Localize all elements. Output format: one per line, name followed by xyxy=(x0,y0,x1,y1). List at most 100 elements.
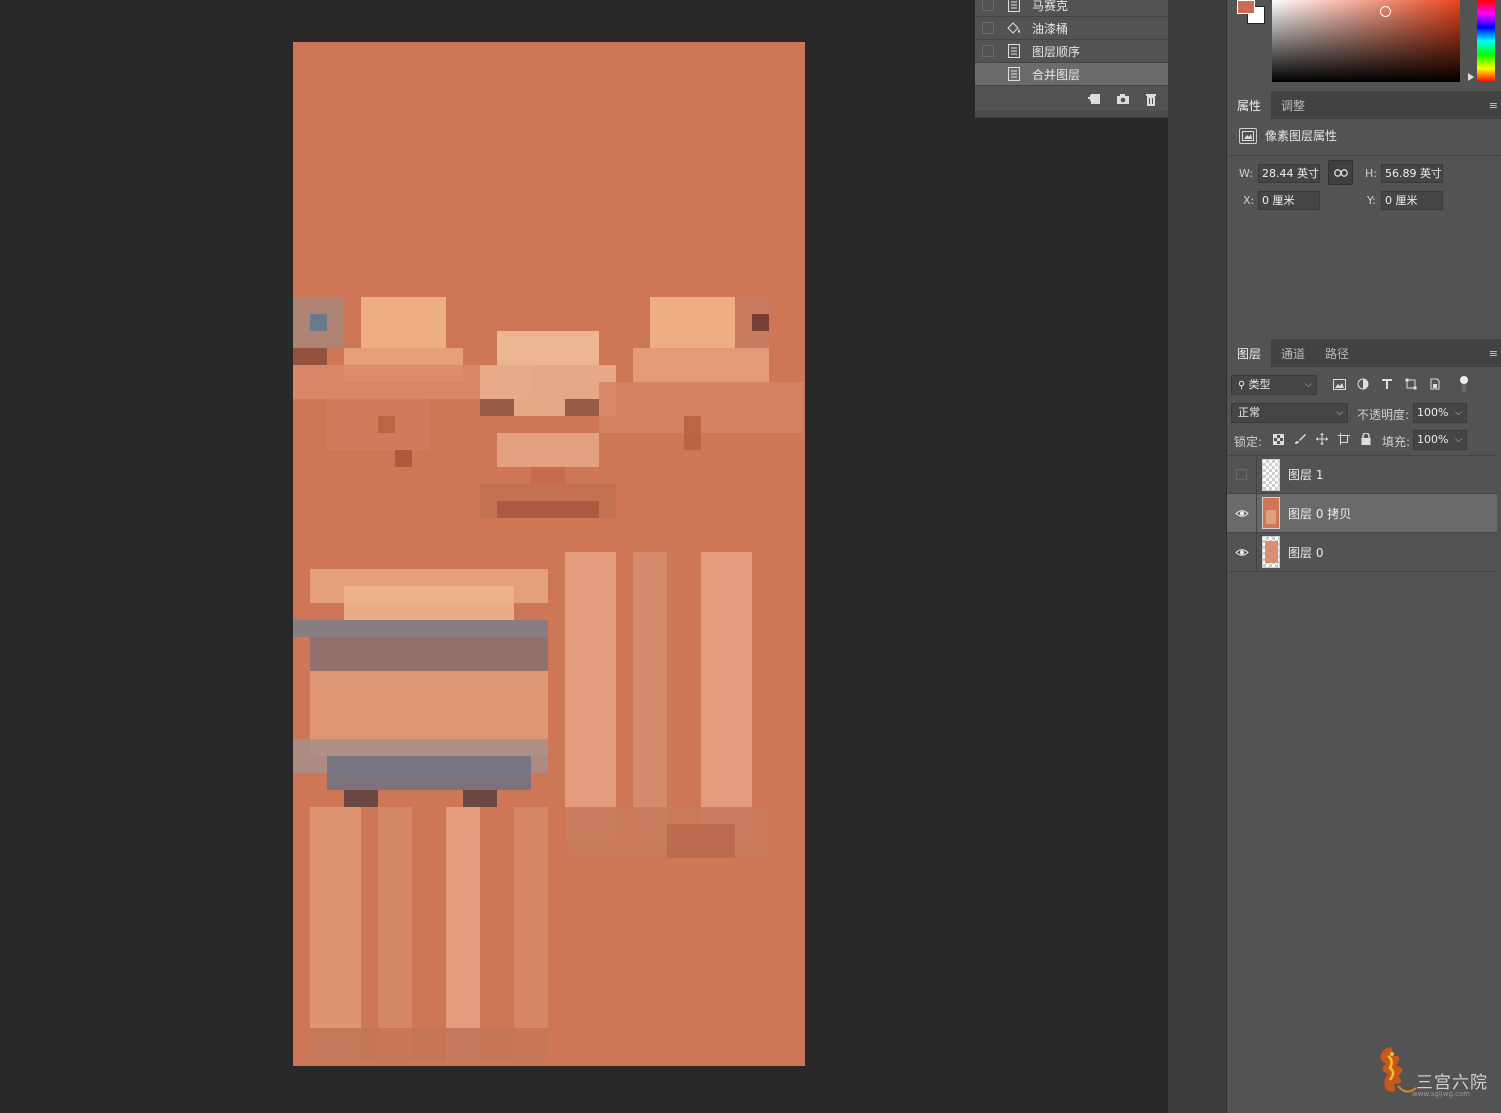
mosaic-block xyxy=(497,331,599,365)
tab-adjustments[interactable]: 调整 xyxy=(1271,91,1315,119)
history-toolbar xyxy=(975,88,1184,110)
history-item-paint-bucket[interactable]: 油漆桶 xyxy=(975,17,1169,40)
mosaic-block xyxy=(633,348,769,382)
mosaic-block xyxy=(327,756,531,790)
hue-slider-marker[interactable] xyxy=(1468,73,1474,81)
color-panel xyxy=(1227,0,1501,88)
history-snapshot-checkbox[interactable] xyxy=(982,45,994,57)
layer-visibility-toggle[interactable] xyxy=(1227,455,1257,494)
fill-label: 填充: xyxy=(1382,435,1411,449)
panel-menu-icon[interactable]: ≡ xyxy=(1489,347,1498,360)
color-saturation-field[interactable] xyxy=(1272,0,1460,82)
tab-paths[interactable]: 路径 xyxy=(1315,339,1359,367)
y-field[interactable]: 0 厘米 xyxy=(1381,191,1443,210)
panel-resize-grip[interactable] xyxy=(975,111,1184,117)
document-canvas[interactable] xyxy=(293,42,805,1066)
lock-all-icon[interactable] xyxy=(1359,432,1373,446)
layer-row[interactable]: 图层 0 xyxy=(1227,532,1497,572)
layer-visibility-toggle[interactable] xyxy=(1227,532,1257,572)
dock-divider xyxy=(1168,0,1186,1113)
layer-thumbnail xyxy=(1262,458,1280,491)
layer-name[interactable]: 图层 0 拷贝 xyxy=(1288,505,1351,522)
height-label: H: xyxy=(1365,167,1377,180)
lock-image-pixels-icon[interactable] xyxy=(1293,432,1307,446)
history-item-mosaic[interactable]: 马赛克 xyxy=(975,0,1169,17)
mosaic-block xyxy=(310,1028,548,1062)
layer-visibility-toggle[interactable] xyxy=(1227,493,1257,533)
document-icon xyxy=(1006,66,1022,82)
mosaic-block xyxy=(531,467,565,484)
tab-properties[interactable]: 属性 xyxy=(1227,91,1272,119)
history-snapshot-checkbox[interactable] xyxy=(982,22,994,34)
trash-icon[interactable] xyxy=(1144,92,1158,106)
mosaic-block xyxy=(684,416,701,450)
camera-icon[interactable] xyxy=(1116,92,1130,106)
filter-shape-icon[interactable] xyxy=(1404,377,1418,391)
layer-name[interactable]: 图层 1 xyxy=(1288,466,1323,483)
mosaic-block xyxy=(463,790,497,807)
chevron-down-icon: ⌵ xyxy=(1336,408,1343,418)
fill-field[interactable]: 100% ⌵ xyxy=(1413,430,1467,450)
mosaic-block xyxy=(378,416,395,433)
layer-row[interactable]: 图层 1 xyxy=(1227,455,1497,494)
layer-filter-kind-select[interactable]: ⚲ 类型 ⌵ xyxy=(1231,375,1317,395)
filter-toggle-icon[interactable] xyxy=(1457,376,1471,392)
x-field[interactable]: 0 厘米 xyxy=(1258,191,1320,210)
layer-name[interactable]: 图层 0 xyxy=(1288,544,1323,561)
tab-channels[interactable]: 通道 xyxy=(1271,339,1315,367)
chevron-down-icon: ⌵ xyxy=(1305,380,1312,390)
lock-position-icon[interactable] xyxy=(1315,432,1329,446)
link-dimensions-button[interactable] xyxy=(1328,160,1353,185)
lock-transparent-pixels-icon[interactable] xyxy=(1271,432,1285,446)
mosaic-block xyxy=(361,297,446,348)
pixel-layer-icon xyxy=(1239,127,1257,144)
y-label: Y: xyxy=(1367,194,1376,207)
new-document-from-state-icon[interactable] xyxy=(1088,92,1102,106)
document-icon xyxy=(1006,0,1022,13)
chevron-down-icon: ⌵ xyxy=(1455,435,1462,445)
panel-menu-icon[interactable]: ≡ xyxy=(1489,99,1498,112)
watermark-url: www.sgljwg.com xyxy=(1412,1090,1471,1098)
blend-mode-select[interactable]: 正常 ⌵ xyxy=(1231,403,1348,423)
canvas-workspace[interactable] xyxy=(0,0,1168,1113)
eye-icon xyxy=(1234,509,1249,517)
paint-bucket-icon xyxy=(1006,20,1022,36)
filter-pixel-icon[interactable] xyxy=(1332,377,1346,391)
mosaic-block xyxy=(565,399,599,416)
site-watermark-logo: 三宫六院 www.sgljwg.com xyxy=(1372,1040,1498,1108)
history-snapshot-checkbox[interactable] xyxy=(982,0,994,11)
history-item-label: 油漆桶 xyxy=(1032,21,1069,36)
mosaic-block xyxy=(565,552,616,841)
layer-row[interactable]: 图层 0 拷贝 xyxy=(1227,493,1497,533)
color-picker-cursor[interactable] xyxy=(1380,6,1391,17)
blend-mode-value: 正常 xyxy=(1238,406,1260,419)
filter-kind-value: 类型 xyxy=(1248,378,1271,391)
filter-smart-object-icon[interactable] xyxy=(1428,377,1442,391)
mosaic-block xyxy=(395,450,412,467)
mosaic-block xyxy=(752,314,769,331)
mosaic-block xyxy=(293,620,548,637)
mosaic-block xyxy=(378,807,412,1062)
mosaic-block xyxy=(310,807,361,1062)
opacity-field[interactable]: 100% ⌵ xyxy=(1413,403,1467,423)
filter-adjustment-icon[interactable] xyxy=(1356,377,1370,391)
history-snapshot-checkbox[interactable] xyxy=(982,68,994,80)
foreground-color-swatch[interactable] xyxy=(1237,0,1255,14)
eye-icon xyxy=(1234,548,1249,556)
history-item-layer-order[interactable]: 图层顺序 xyxy=(975,40,1169,63)
history-item-label: 马赛克 xyxy=(1032,0,1069,13)
filter-type-icon[interactable] xyxy=(1380,377,1394,391)
divider xyxy=(1227,155,1501,156)
tab-layers[interactable]: 图层 xyxy=(1227,339,1272,367)
link-icon xyxy=(1333,168,1348,177)
mosaic-block xyxy=(514,807,548,1062)
hue-slider[interactable] xyxy=(1477,0,1495,82)
width-field[interactable]: 28.44 英寸 xyxy=(1258,164,1320,183)
lock-artboard-icon[interactable] xyxy=(1337,432,1351,446)
history-panel: 马赛克 油漆桶 图层顺序 合并图层 xyxy=(975,0,1185,118)
properties-section-title: 像素图层属性 xyxy=(1239,127,1337,144)
chevron-down-icon: ⌵ xyxy=(1455,408,1462,418)
height-field[interactable]: 56.89 英寸 xyxy=(1381,164,1443,183)
mosaic-block xyxy=(497,501,599,518)
history-item-merge-layers[interactable]: 合并图层 xyxy=(975,63,1169,86)
